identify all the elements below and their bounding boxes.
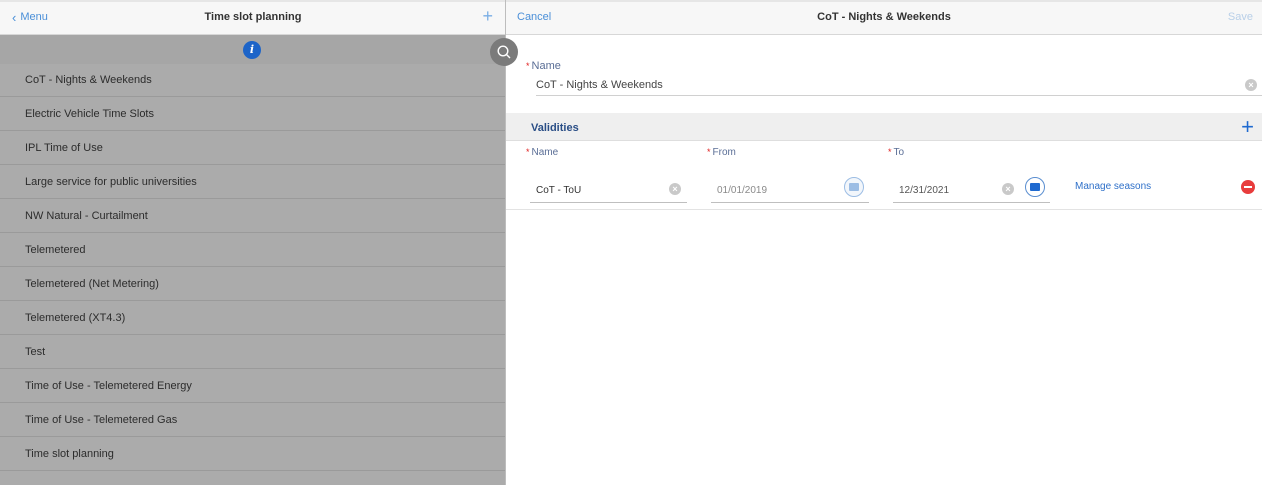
name-input[interactable]: CoT - Nights & Weekends × bbox=[536, 78, 1262, 96]
list-item[interactable]: Time of Use - Telemetered Energy bbox=[0, 369, 505, 403]
name-input-value: CoT - Nights & Weekends bbox=[536, 79, 663, 91]
name-label: * Name bbox=[526, 60, 561, 72]
list-item[interactable]: NW Natural - Curtailment bbox=[0, 199, 505, 233]
save-button[interactable]: Save bbox=[1228, 11, 1253, 23]
list-item[interactable]: Telemetered (XT4.3) bbox=[0, 301, 505, 335]
left-panel-title: Time slot planning bbox=[204, 11, 302, 23]
column-header-name: * Name bbox=[526, 147, 559, 158]
list-item[interactable]: Telemetered (Net Metering) bbox=[0, 267, 505, 301]
validity-row: CoT - ToU × 01/01/2019 12/31/2021 × Mana… bbox=[506, 165, 1262, 210]
plus-icon[interactable]: + bbox=[482, 6, 493, 27]
time-slot-list-panel: ‹ Menu Time slot planning + i CoT - Nigh… bbox=[0, 0, 506, 485]
remove-icon[interactable] bbox=[1241, 180, 1255, 194]
column-header-from: * From bbox=[707, 147, 736, 158]
clear-icon[interactable]: × bbox=[669, 183, 681, 195]
info-bar: i bbox=[0, 35, 505, 64]
calendar-icon[interactable] bbox=[1025, 177, 1045, 197]
validity-name-input[interactable]: CoT - ToU × bbox=[530, 183, 687, 203]
manage-seasons-link[interactable]: Manage seasons bbox=[1075, 181, 1151, 192]
detail-panel: Cancel CoT - Nights & Weekends Save * Nam… bbox=[506, 0, 1262, 485]
validities-section-header: Validities + bbox=[506, 113, 1262, 141]
clear-icon[interactable]: × bbox=[1002, 183, 1014, 195]
right-header: Cancel CoT - Nights & Weekends Save bbox=[506, 0, 1262, 35]
list-item[interactable]: Test bbox=[0, 335, 505, 369]
list-item[interactable]: IPL Time of Use bbox=[0, 131, 505, 165]
list-item[interactable]: Time of Use - Telemetered Gas bbox=[0, 403, 505, 437]
list-item[interactable]: Telemetered bbox=[0, 233, 505, 267]
info-icon[interactable]: i bbox=[243, 41, 261, 59]
list-item[interactable]: Electric Vehicle Time Slots bbox=[0, 97, 505, 131]
detail-title: CoT - Nights & Weekends bbox=[817, 11, 951, 23]
clear-icon[interactable]: × bbox=[1245, 79, 1257, 91]
search-icon bbox=[497, 45, 511, 59]
required-marker: * bbox=[526, 61, 530, 71]
time-slot-list: CoT - Nights & Weekends Electric Vehicle… bbox=[0, 64, 505, 471]
calendar-icon[interactable] bbox=[844, 177, 864, 197]
list-item[interactable]: CoT - Nights & Weekends bbox=[0, 64, 505, 97]
list-item[interactable]: Large service for public universities bbox=[0, 165, 505, 199]
validities-title: Validities bbox=[531, 122, 579, 134]
add-validity-icon[interactable]: + bbox=[1241, 114, 1254, 140]
name-field: * Name CoT - Nights & Weekends × bbox=[526, 60, 1262, 96]
search-button[interactable] bbox=[490, 38, 518, 66]
list-item[interactable]: Time slot planning bbox=[0, 437, 505, 471]
column-header-to: * To bbox=[888, 147, 905, 158]
time-slot-planning-app: ‹ Menu Time slot planning + i CoT - Nigh… bbox=[0, 0, 1262, 485]
left-header: ‹ Menu Time slot planning + bbox=[0, 0, 505, 35]
